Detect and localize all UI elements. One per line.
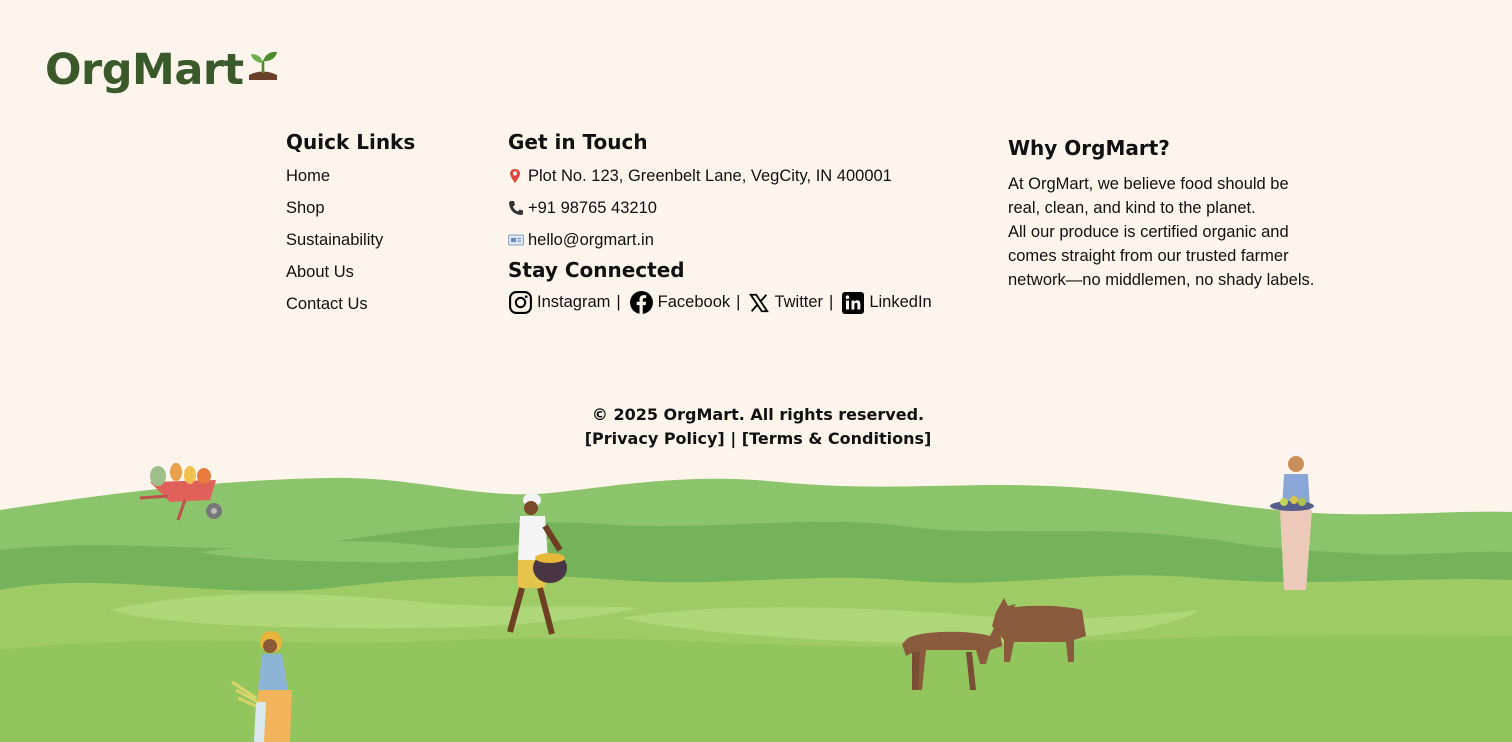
seedling-icon xyxy=(246,49,280,86)
x-twitter-icon[interactable] xyxy=(748,292,770,314)
link-contact-us[interactable]: Contact Us xyxy=(286,288,415,320)
separator: | xyxy=(829,293,834,311)
instagram-link[interactable]: Instagram xyxy=(537,293,610,312)
why-line-2: All our produce is certified organic and… xyxy=(1008,223,1315,289)
address-text: Plot No. 123, Greenbelt Lane, VegCity, I… xyxy=(528,167,892,185)
link-about-us[interactable]: About Us xyxy=(286,256,415,288)
pin-icon xyxy=(508,168,528,184)
facebook-icon[interactable] xyxy=(629,290,654,315)
stay-connected-heading: Stay Connected xyxy=(508,258,685,282)
phone-row[interactable]: +91 98765 43210 xyxy=(508,192,932,224)
phone-text: +91 98765 43210 xyxy=(528,199,657,217)
brand-name: OrgMart xyxy=(45,45,244,95)
email-row[interactable]: hello@orgmart.in xyxy=(508,224,932,256)
separator: | xyxy=(736,293,741,311)
why-heading: Why OrgMart? xyxy=(1008,136,1170,160)
why-section: Why OrgMart? At OrgMart, we believe food… xyxy=(1008,134,1318,292)
link-home[interactable]: Home xyxy=(286,160,415,192)
instagram-icon[interactable] xyxy=(508,290,533,315)
why-line-1: At OrgMart, we believe food should be re… xyxy=(1008,175,1289,217)
address-row: Plot No. 123, Greenbelt Lane, VegCity, I… xyxy=(508,160,932,192)
farm-landscape-illustration xyxy=(0,452,1512,742)
link-shop[interactable]: Shop xyxy=(286,192,415,224)
mail-icon xyxy=(508,234,528,246)
email-text: hello@orgmart.in xyxy=(528,231,654,249)
quick-links-heading: Quick Links xyxy=(286,130,416,154)
copyright-text: © 2025 OrgMart. All rights reserved. xyxy=(591,405,925,424)
link-sustainability[interactable]: Sustainability xyxy=(286,224,415,256)
why-text: At OrgMart, we believe food should be re… xyxy=(1008,172,1318,292)
linkedin-link[interactable]: LinkedIn xyxy=(869,293,931,312)
linkedin-icon[interactable] xyxy=(841,291,865,315)
twitter-link[interactable]: Twitter xyxy=(774,293,823,312)
site-logo[interactable]: OrgMart xyxy=(45,42,280,98)
quick-links-section: Quick Links Home Shop Sustainability Abo… xyxy=(286,128,415,320)
contact-heading: Get in Touch xyxy=(508,130,648,154)
social-links: Instagram | Facebook | Twitter | LinkedI… xyxy=(508,290,932,315)
phone-icon xyxy=(508,200,528,216)
contact-section: Get in Touch Plot No. 123, Greenbelt Lan… xyxy=(508,128,932,315)
facebook-link[interactable]: Facebook xyxy=(658,293,730,312)
separator: | xyxy=(616,293,621,311)
